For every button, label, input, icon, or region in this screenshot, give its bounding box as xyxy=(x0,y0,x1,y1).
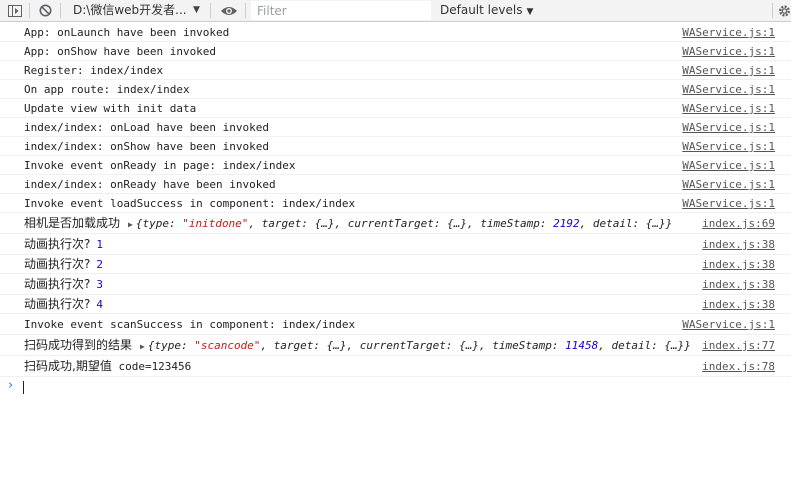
log-text: 扫码成功得到的结果 xyxy=(24,338,133,352)
log-source-link[interactable]: WAService.js:1 xyxy=(682,99,775,118)
log-row: 动画执行次? 3 index.js:38 xyxy=(0,274,791,295)
log-number: 1 xyxy=(96,238,103,251)
log-row: Invoke event onReady in page: index/inde… xyxy=(0,156,791,175)
sidebar-toggle-icon[interactable] xyxy=(6,0,24,21)
log-message: 动画执行次? 2 xyxy=(24,257,103,271)
log-row: index/index: onReady have been invoked W… xyxy=(0,175,791,194)
log-message: 扫码成功,期望值 code=123456 xyxy=(24,359,192,373)
log-message: App: onLaunch have been invoked xyxy=(24,26,230,39)
eye-icon[interactable] xyxy=(218,0,240,21)
log-row: 扫码成功,期望值 code=123456 index.js:78 xyxy=(0,356,791,377)
log-row: Invoke event loadSuccess in component: i… xyxy=(0,194,791,213)
log-row: index/index: onShow have been invoked WA… xyxy=(0,137,791,156)
log-source-link[interactable]: WAService.js:1 xyxy=(682,118,775,137)
log-row: 扫码成功得到的结果 ▶ {type: "scancode", target: {…}… xyxy=(0,335,791,356)
log-source-link[interactable]: WAService.js:1 xyxy=(682,175,775,194)
expand-triangle-icon[interactable]: ▶ xyxy=(140,336,145,357)
console-log: App: onLaunch have been invoked WAServic… xyxy=(0,23,791,397)
prompt-chevron-icon: › xyxy=(8,378,14,393)
log-source-link[interactable]: WAService.js:1 xyxy=(682,80,775,99)
console-prompt[interactable]: › xyxy=(0,377,791,397)
log-source-link[interactable]: WAService.js:1 xyxy=(682,314,775,335)
log-message: 扫码成功得到的结果 ▶ {type: "scancode", target: {…}… xyxy=(24,335,691,357)
log-source-link[interactable]: WAService.js:1 xyxy=(682,156,775,175)
object-preview[interactable]: ▶ {type: "scancode", target: {…}, current… xyxy=(132,339,691,352)
log-source-link[interactable]: WAService.js:1 xyxy=(682,42,775,61)
log-message: App: onShow have been invoked xyxy=(24,45,217,58)
log-text: 相机是否加载成功 xyxy=(24,216,121,230)
log-source-link[interactable]: index.js:38 xyxy=(702,255,775,274)
log-levels-label: Default levels xyxy=(440,3,523,17)
log-message: index/index: onReady have been invoked xyxy=(24,178,276,191)
log-row: 动画执行次? 2 index.js:38 xyxy=(0,255,791,274)
object-preview[interactable]: ▶ {type: "initdone", target: {…}, current… xyxy=(120,217,672,230)
context-label: D:\微信web开发者... xyxy=(73,3,187,17)
log-source-link[interactable]: index.js:38 xyxy=(702,234,775,255)
clear-console-icon[interactable] xyxy=(36,0,54,21)
log-row: Register: index/index WAService.js:1 xyxy=(0,61,791,80)
log-source-link[interactable]: index.js:78 xyxy=(702,356,775,377)
log-source-link[interactable]: index.js:38 xyxy=(702,274,775,295)
log-row: Update view with init data WAService.js:… xyxy=(0,99,791,118)
log-message: index/index: onShow have been invoked xyxy=(24,140,270,153)
log-message: Invoke event scanSuccess in component: i… xyxy=(24,318,356,331)
log-message: 动画执行次? 1 xyxy=(24,237,103,251)
gear-icon[interactable] xyxy=(778,0,791,21)
log-source-link[interactable]: WAService.js:1 xyxy=(682,137,775,156)
text-cursor xyxy=(23,381,24,394)
log-message: Register: index/index xyxy=(24,64,164,77)
log-message: index/index: onLoad have been invoked xyxy=(24,121,270,134)
log-source-link[interactable]: WAService.js:1 xyxy=(682,61,775,80)
log-source-link[interactable]: index.js:77 xyxy=(702,335,775,356)
log-number: 2 xyxy=(96,258,103,271)
log-row: 动画执行次? 4 index.js:38 xyxy=(0,295,791,314)
log-message: Invoke event onReady in page: index/inde… xyxy=(24,159,296,172)
log-row: App: onLaunch have been invoked WAServic… xyxy=(0,23,791,42)
log-message: 动画执行次? 3 xyxy=(24,277,103,291)
log-row: Invoke event scanSuccess in component: i… xyxy=(0,314,791,335)
log-row: On app route: index/index WAService.js:1 xyxy=(0,80,791,99)
log-number: 3 xyxy=(96,278,103,291)
chevron-down-icon: ▼ xyxy=(193,5,200,15)
console-toolbar: D:\微信web开发者... ▼ Default levels▼ xyxy=(0,0,791,22)
log-source-link[interactable]: index.js:38 xyxy=(702,295,775,314)
log-message: 动画执行次? 4 xyxy=(24,297,103,311)
context-selector[interactable]: D:\微信web开发者... ▼ xyxy=(66,0,206,21)
log-levels-dropdown[interactable]: Default levels ▼ xyxy=(432,0,772,21)
log-row: 动画执行次? 1 index.js:38 xyxy=(0,234,791,255)
log-message: Update view with init data xyxy=(24,102,197,115)
log-source-link[interactable]: WAService.js:1 xyxy=(682,23,775,42)
log-message: 相机是否加载成功 ▶ {type: "initdone", target: {…},… xyxy=(24,213,672,235)
log-source-link[interactable]: WAService.js:1 xyxy=(682,194,775,213)
log-row: 相机是否加载成功 ▶ {type: "initdone", target: {…},… xyxy=(0,213,791,234)
expand-triangle-icon[interactable]: ▶ xyxy=(128,214,133,235)
chevron-down-icon: ▼ xyxy=(526,7,534,17)
log-source-link[interactable]: index.js:69 xyxy=(702,213,775,234)
log-row: index/index: onLoad have been invoked WA… xyxy=(0,118,791,137)
filter-input[interactable] xyxy=(251,1,431,20)
log-message: Invoke event loadSuccess in component: i… xyxy=(24,197,356,210)
log-number: 4 xyxy=(96,298,103,311)
log-message: On app route: index/index xyxy=(24,83,190,96)
log-row: App: onShow have been invoked WAService.… xyxy=(0,42,791,61)
